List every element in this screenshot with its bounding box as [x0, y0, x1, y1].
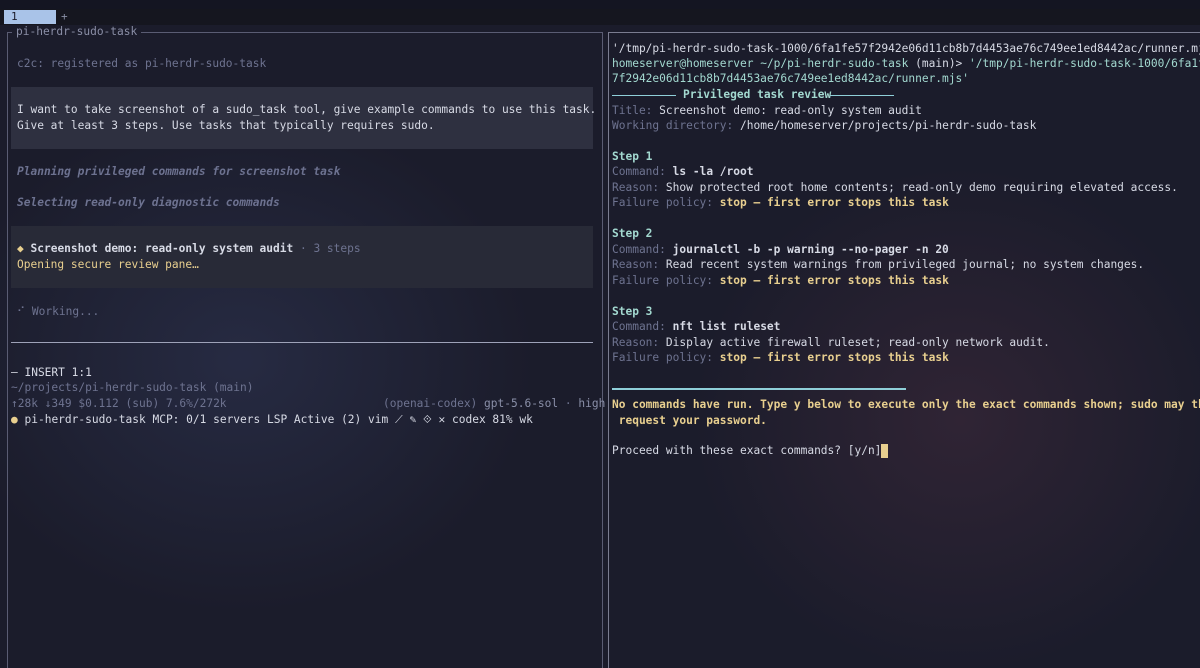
- header-rule-right: [830, 95, 894, 96]
- effort-level: high: [578, 397, 606, 410]
- working-dir-row: Working directory: /home/homeserver/proj…: [612, 118, 1036, 134]
- user-message-line-1: I want to take screenshot of a sudo_task…: [17, 103, 597, 116]
- step-2-command-row: Command: journalctl -b -p warning --no-p…: [612, 242, 949, 258]
- runner-command-line: '/tmp/pi-herdr-sudo-task-1000/6fa1fe57f2…: [612, 42, 1200, 55]
- task-summary-line: ◆ Screenshot demo: read-only system audi…: [17, 241, 361, 257]
- title-label: Title:: [612, 104, 653, 117]
- model-name: gpt-5.6-sol: [484, 397, 559, 410]
- left-pane-title: pi-herdr-sudo-task: [12, 25, 142, 39]
- review-header: Privileged task review: [683, 88, 832, 101]
- editor-divider: [11, 342, 593, 343]
- top-strip: [0, 0, 1200, 9]
- task-bullet: ◆: [17, 242, 24, 255]
- working-indicator: ⠊ Working...: [17, 305, 100, 318]
- step-1-command: ls -la /root: [672, 165, 754, 178]
- tab-1[interactable]: 1: [4, 10, 56, 24]
- prompt-branch: (main)>: [915, 57, 963, 70]
- prompt-cmd: '/tmp/pi-herdr-sudo-task-1000/6fa1fe5: [969, 57, 1200, 70]
- step-1-failure-row: Failure policy: stop — first error stops…: [612, 195, 949, 211]
- prompt-path: ~/p/pi-herdr-sudo-task: [760, 57, 909, 70]
- failure-label: Failure policy:: [612, 351, 714, 364]
- task-sep: ·: [299, 242, 307, 255]
- confirm-prompt: Proceed with these exact commands? [y/n]…: [612, 444, 889, 457]
- task-status: Opening secure review pane…: [17, 258, 199, 271]
- step-1-command-row: Command: ls -la /root: [612, 164, 753, 180]
- step-2-reason: Read recent system warnings from privile…: [665, 258, 1145, 271]
- status-dot-icon: ●: [11, 413, 18, 426]
- review-divider: [612, 388, 906, 390]
- terminal-cursor[interactable]: [881, 444, 888, 458]
- model-sep: ·: [564, 397, 572, 410]
- notice-line-1: No commands have run. Type y below to ex…: [612, 398, 1200, 411]
- title-row: Title: Screenshot demo: read-only system…: [612, 103, 922, 119]
- shell-prompt-line: homeserver@homeserver ~/p/pi-herdr-sudo-…: [612, 56, 1200, 72]
- tab-bar: [0, 9, 1200, 25]
- step-3-failure: stop — first error stops this task: [719, 351, 949, 364]
- command-label: Command:: [612, 320, 666, 333]
- title-value: Screenshot demo: read-only system audit: [659, 104, 922, 117]
- step-3-reason-row: Reason: Display active firewall ruleset;…: [612, 335, 1050, 351]
- new-tab-button[interactable]: +: [61, 10, 68, 24]
- working-dir-label: Working directory:: [612, 119, 734, 132]
- task-steps: 3 steps: [313, 242, 361, 255]
- reason-label: Reason:: [612, 336, 660, 349]
- command-label: Command:: [612, 165, 666, 178]
- thinking-line-1: Planning privileged commands for screens…: [17, 165, 341, 178]
- cwd-line: ~/projects/pi-herdr-sudo-task (main): [11, 381, 254, 394]
- step-1-reason-row: Reason: Show protected root home content…: [612, 180, 1178, 196]
- editor-mode: — INSERT 1:1: [11, 366, 92, 379]
- step-3-command: nft list ruleset: [672, 320, 781, 333]
- prompt-cmd-wrap: 7f2942e06d11cb8b7d4453ae76c749ee1ed8442a…: [612, 72, 969, 85]
- registered-line: c2c: registered as pi-herdr-sudo-task: [17, 57, 267, 70]
- status-line: ● pi-herdr-sudo-task MCP: 0/1 servers LS…: [11, 412, 533, 428]
- reason-label: Reason:: [612, 181, 660, 194]
- reason-label: Reason:: [612, 258, 660, 271]
- step-3-failure-row: Failure policy: stop — first error stops…: [612, 350, 949, 366]
- step-2-failure-row: Failure policy: stop — first error stops…: [612, 273, 949, 289]
- step-2-reason-row: Reason: Read recent system warnings from…: [612, 257, 1144, 273]
- step-3-heading: Step 3: [612, 305, 653, 318]
- step-2-heading: Step 2: [612, 227, 653, 240]
- usage-line: ↑28k ↓349 $0.112 (sub) 7.6%/272k: [11, 397, 227, 410]
- step-3-reason: Display active firewall ruleset; read-on…: [665, 336, 1050, 349]
- provider: (openai-codex): [383, 397, 478, 410]
- thinking-line-2: Selecting read-only diagnostic commands: [17, 196, 280, 209]
- command-label: Command:: [612, 243, 666, 256]
- step-1-failure: stop — first error stops this task: [719, 196, 949, 209]
- prompt-user: homeserver@homeserver: [612, 57, 754, 70]
- user-message-line-2: Give at least 3 steps. Use tasks that ty…: [17, 119, 435, 132]
- step-1-heading: Step 1: [612, 150, 653, 163]
- step-2-failure: stop — first error stops this task: [719, 274, 949, 287]
- working-dir-value: /home/homeserver/projects/pi-herdr-sudo-…: [740, 119, 1037, 132]
- notice-line-2: request your password.: [612, 414, 767, 427]
- model-info: (openai-codex) gpt-5.6-sol · high: [383, 396, 605, 412]
- task-title: Screenshot demo: read-only system audit: [30, 242, 294, 255]
- header-rule-left: [612, 95, 676, 96]
- failure-label: Failure policy:: [612, 274, 714, 287]
- status-text: pi-herdr-sudo-task MCP: 0/1 servers LSP …: [24, 413, 533, 426]
- step-1-reason: Show protected root home contents; read-…: [665, 181, 1178, 194]
- step-2-command: journalctl -b -p warning --no-pager -n 2…: [672, 243, 949, 256]
- failure-label: Failure policy:: [612, 196, 714, 209]
- step-3-command-row: Command: nft list ruleset: [612, 319, 780, 335]
